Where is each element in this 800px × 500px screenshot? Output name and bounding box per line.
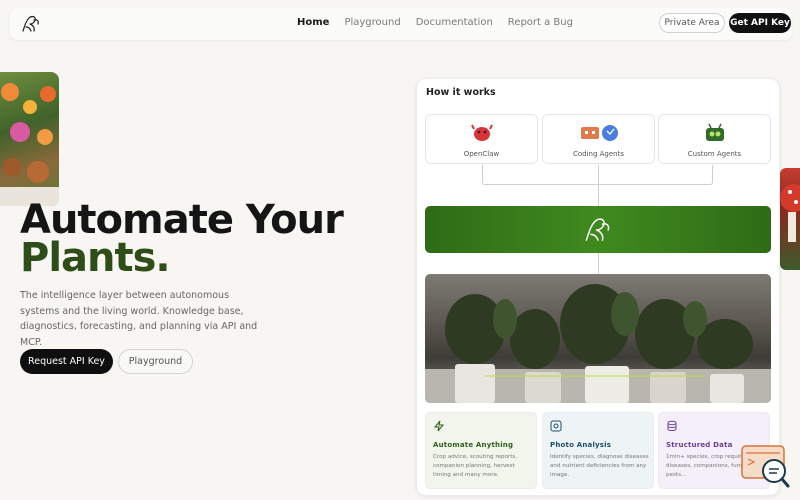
plants-photo: [425, 274, 771, 403]
robot-icon: [659, 123, 770, 143]
agent-label: OpenClaw: [463, 150, 500, 158]
how-it-works-card: How it works OpenClaw Coding Agents Cust…: [416, 78, 780, 496]
nav-link-report-bug[interactable]: Report a Bug: [508, 17, 573, 28]
how-it-works-title: How it works: [426, 87, 496, 98]
agent-label: Coding Agents: [572, 150, 625, 158]
crab-icon: [426, 123, 537, 143]
feature-title: Automate Anything: [433, 441, 514, 449]
connector-center: [598, 165, 599, 206]
agent-card-custom[interactable]: Custom Agents: [658, 114, 771, 164]
agent-label: Custom Agents: [687, 150, 742, 158]
support-chat-icon[interactable]: [740, 444, 792, 490]
top-navbar: Home Playground Documentation Report a B…: [10, 8, 792, 40]
nav-links: Home Playground Documentation Report a B…: [297, 17, 573, 28]
scan-icon: [550, 420, 562, 432]
nav-link-playground[interactable]: Playground: [344, 17, 400, 28]
leaf-hand-logo-icon: [585, 217, 610, 241]
get-api-key-button[interactable]: Get API Key: [729, 13, 791, 33]
private-area-button[interactable]: Private Area: [659, 13, 725, 33]
garden-photo: [0, 72, 59, 206]
nav-link-home[interactable]: Home: [297, 17, 329, 28]
database-icon: [667, 420, 677, 431]
request-api-key-button[interactable]: Request API Key: [20, 349, 113, 374]
feature-title: Structured Data: [666, 441, 733, 449]
feature-description: Crop advice, scouting reports, companion…: [433, 454, 518, 478]
mushroom-photo: [780, 168, 800, 270]
nav-link-documentation[interactable]: Documentation: [416, 17, 493, 28]
hero-title-line2: Plants.: [20, 235, 171, 281]
agent-card-coding[interactable]: Coding Agents: [542, 114, 655, 164]
coding-agents-icon: [543, 123, 654, 143]
connector-down: [598, 253, 599, 274]
lightning-icon: [433, 420, 445, 432]
agent-card-openclaw[interactable]: OpenClaw: [425, 114, 538, 164]
hero-title-line1: Automate Your: [20, 197, 344, 243]
hero-description: The intelligence layer between autonomou…: [20, 290, 258, 348]
feature-title: Photo Analysis: [550, 441, 612, 449]
leaf-hand-logo-icon[interactable]: [20, 13, 42, 35]
playground-button[interactable]: Playground: [118, 349, 193, 374]
platform-bar: [425, 206, 771, 253]
feature-card-automate[interactable]: Automate Anything Crop advice, scouting …: [425, 412, 537, 489]
feature-card-photo-analysis[interactable]: Photo Analysis Identify species, diagnos…: [542, 412, 654, 489]
feature-description: Identify species, diagnose diseases and …: [550, 454, 649, 478]
